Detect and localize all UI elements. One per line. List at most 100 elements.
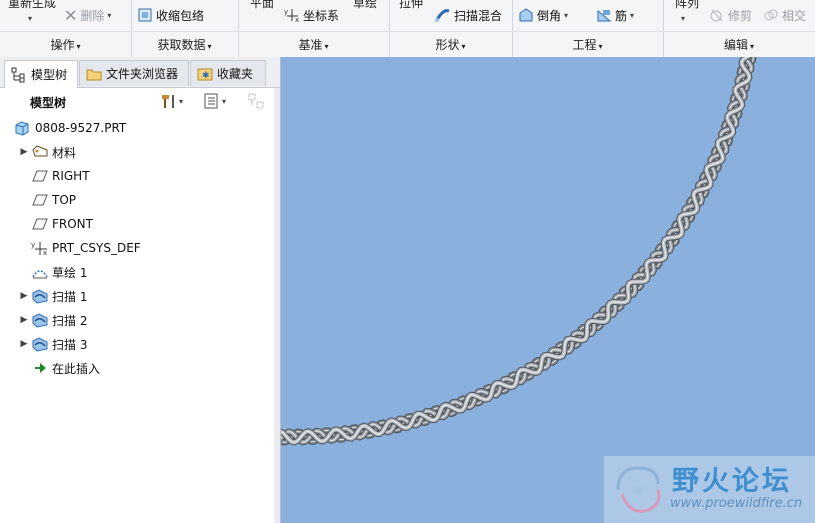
tree-node-label: 材料 [52,145,77,160]
ribbon-group-edit: 阵列 ▾ 修剪 相交 编辑 ▾ [663,0,815,57]
intersect-button[interactable]: 相交 [763,6,806,24]
tab-label: 模型树 [31,68,68,82]
svg-text:y: y [31,241,35,249]
rib-label: 筋 [615,8,628,23]
folder-icon [86,66,102,82]
navigator-tabs: 模型树 文件夹浏览器 ✱ 收藏夹 [0,57,280,88]
chamfer-button[interactable]: 倒角 ▾ [518,6,568,24]
svg-text:✱: ✱ [202,71,210,81]
sketch-button[interactable]: 草绘 [353,0,377,11]
tree-node-sweep-1[interactable]: ▶ 扫描 1 [17,285,87,307]
tab-label: 文件夹浏览器 [106,67,179,81]
tree-node-label: PRT_CSYS_DEF [52,241,141,255]
tab-folder-browser[interactable]: 文件夹浏览器 [79,60,189,86]
csys-label: 坐标系 [303,8,340,23]
rib-icon [596,7,612,23]
part-icon [14,120,32,136]
chamfer-label: 倒角 [537,8,562,23]
group-title-edit[interactable]: 编辑 ▾ [663,36,815,53]
sweep-icon [31,312,49,328]
ribbon-group-get-data: 收缩包络 获取数据 ▾ [131,0,239,57]
swept-blend-icon [435,7,451,23]
regenerate-dropdown[interactable]: ▾ [28,9,32,27]
trim-button[interactable]: 修剪 [709,6,752,24]
delete-button[interactable]: ✕ 删除 ▾ [64,5,111,25]
tree-node-label: RIGHT [52,169,90,183]
graphics-viewport[interactable] [281,57,815,523]
shrinkwrap-button[interactable]: 收缩包络 [137,6,204,24]
tree-node-label: 草绘 1 [52,265,88,280]
tab-label: 收藏夹 [217,67,254,81]
tree-node-sweep-3[interactable]: ▶ 扫描 3 [17,333,87,355]
tree-node-right[interactable]: RIGHT [31,165,90,187]
chevron-down-icon: ▾ [564,10,569,20]
shrinkwrap-icon [137,7,153,23]
watermark-url: www.proewildfire.cn [670,496,803,511]
tree-node-top[interactable]: TOP [31,189,76,211]
material-icon [31,144,49,160]
extrude-button[interactable]: 拉伸 [399,0,423,11]
ribbon-group-operations: 重新生成 ▾ ✕ 删除 ▾ 操作 ▾ [0,0,132,57]
delete-icon: ✕ [64,5,78,25]
list-icon [203,93,219,109]
favorites-icon: ✱ [197,66,213,82]
chevron-down-icon: ▾ [179,96,184,106]
tree-show-button[interactable]: ▾ [203,92,226,110]
tree-scrollbar[interactable] [274,88,280,523]
tree-node-label: 在此插入 [52,361,101,376]
datum-plane-icon [31,216,49,232]
swept-blend-label: 扫描混合 [454,8,503,23]
expand-arrow-icon[interactable]: ▶ [17,315,31,325]
shrinkwrap-label: 收缩包络 [156,8,205,23]
tree-toolbar: 模型树 ▾ ▾ [0,88,274,116]
group-title-shapes[interactable]: 形状 ▾ [389,36,512,53]
chevron-down-icon: ▾ [630,10,635,20]
swept-blend-button[interactable]: 扫描混合 [435,6,502,24]
group-title-engineering[interactable]: 工程 ▾ [512,36,663,53]
tree-node-label: 0808-9527.PRT [35,121,127,135]
chamfer-icon [518,7,534,23]
sweep-icon [31,288,49,304]
tree-node-insert-here[interactable]: 在此插入 [33,357,100,379]
intersect-icon [763,7,779,23]
trim-label: 修剪 [728,8,753,23]
pattern-button[interactable]: 阵列 [675,0,699,11]
tree-node-label: TOP [52,193,77,207]
model-tree-icon [11,67,27,83]
sketch-icon [31,264,49,280]
tree-settings-button[interactable]: ▾ [160,92,183,110]
csys-icon: yx [284,7,300,24]
csys-icon: yx [31,240,49,257]
forum-watermark: 野火论坛 www.proewildfire.cn [604,456,815,523]
tree-node-sketch[interactable]: 草绘 1 [31,261,87,283]
rib-button[interactable]: 筋 ▾ [596,6,634,24]
tree-filter-button[interactable] [248,92,264,110]
tab-model-tree[interactable]: 模型树 [4,60,78,88]
tree-node-csys[interactable]: yx PRT_CSYS_DEF [31,237,141,259]
delete-label: 删除 [80,8,105,23]
group-title-get-data[interactable]: 获取数据 ▾ [131,36,238,53]
expand-arrow-icon[interactable]: ▶ [17,291,31,301]
svg-text:y: y [284,8,288,16]
intersect-label: 相交 [782,8,807,23]
rope-model [281,57,757,446]
tree-node-part[interactable]: 0808-9527.PRT [14,117,126,139]
logo-icon [616,466,661,513]
tab-favorites[interactable]: ✱ 收藏夹 [190,60,266,86]
tree-node-sweep-2[interactable]: ▶ 扫描 2 [17,309,87,331]
svg-text:x: x [43,249,47,256]
tree-node-front[interactable]: FRONT [31,213,93,235]
expand-arrow-icon[interactable]: ▶ [17,147,31,157]
svg-text:x: x [295,16,299,23]
csys-button[interactable]: yx 坐标系 [284,6,339,24]
plane-button[interactable]: 平面 [250,0,274,11]
ribbon-group-shapes: 拉伸 扫描混合 形状 ▾ [389,0,513,57]
pattern-dropdown[interactable]: ▾ [681,9,685,27]
ribbon-group-engineering: 倒角 ▾ 筋 ▾ 工程 ▾ [512,0,664,57]
tree-node-material[interactable]: ▶ 材料 [17,141,76,163]
group-title-datum[interactable]: 基准 ▾ [238,36,389,53]
group-title-operations[interactable]: 操作 ▾ [0,36,131,53]
rope-strand-outline [281,57,755,446]
tree-node-label: 扫描 1 [52,289,88,304]
expand-arrow-icon[interactable]: ▶ [17,339,31,349]
